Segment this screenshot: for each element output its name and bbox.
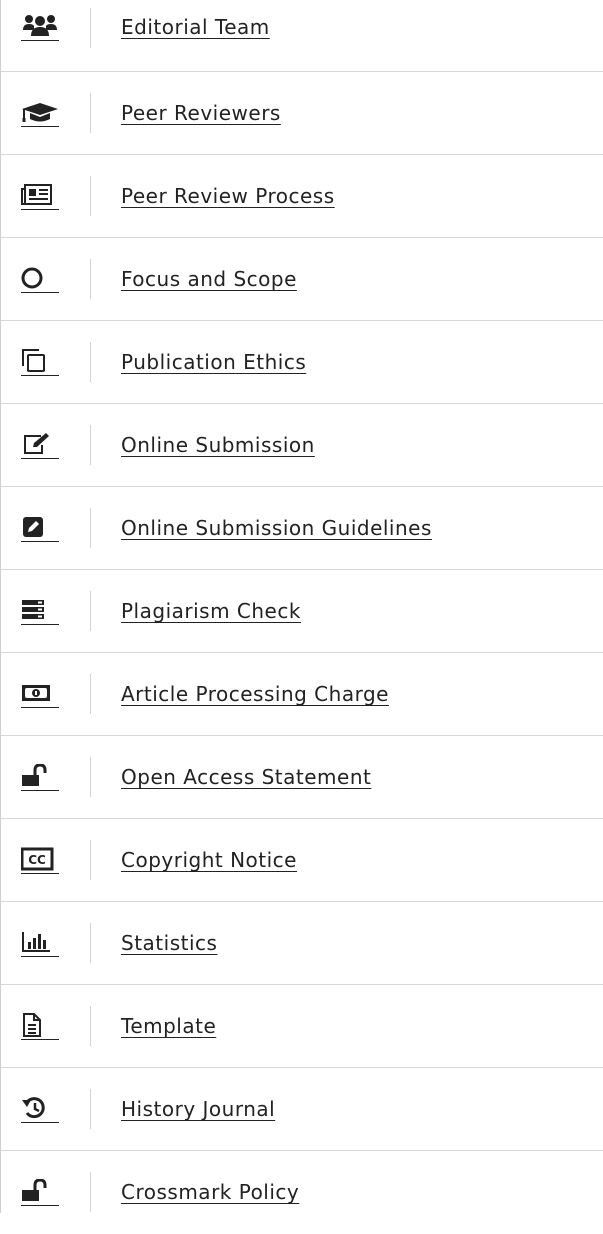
divider: [90, 757, 91, 797]
menu-item-label: Focus and Scope: [121, 267, 297, 291]
icon-underline: [21, 1039, 59, 1040]
menu-item-label: Publication Ethics: [121, 350, 307, 374]
divider: [90, 1006, 91, 1046]
divider: [90, 674, 91, 714]
menu-item-label: Article Processing Charge: [121, 682, 389, 706]
icon-underline: [21, 790, 59, 791]
icon-underline: [21, 40, 59, 41]
icon-underline: [21, 1122, 59, 1123]
creative-commons-icon: CC: [21, 847, 61, 874]
divider: [90, 176, 91, 216]
bar-chart-icon: [21, 930, 61, 957]
divider: [90, 342, 91, 382]
divider: [90, 93, 91, 133]
icon-underline: [21, 375, 59, 376]
menu-item-label: Crossmark Policy: [121, 1180, 300, 1204]
newspaper-icon: [21, 183, 61, 210]
menu-item-label: Online Submission: [121, 433, 315, 457]
divider: [90, 923, 91, 963]
icon-underline: [21, 707, 59, 708]
menu-item-focus-and-scope[interactable]: Focus and Scope: [1, 238, 603, 321]
divider: [90, 840, 91, 880]
icon-underline: [21, 458, 59, 459]
edit-icon: [21, 432, 61, 459]
menu-item-template[interactable]: Template: [1, 985, 603, 1068]
journal-menu: Editorial Team Peer Reviewers Peer Revie…: [1, 0, 603, 1234]
menu-item-publication-ethics[interactable]: Publication Ethics: [1, 321, 603, 404]
menu-item-open-access-statement[interactable]: Open Access Statement: [1, 736, 603, 819]
menu-item-online-submission-guidelines[interactable]: Online Submission Guidelines: [1, 487, 603, 570]
copy-icon: [21, 349, 61, 376]
menu-item-label: Statistics: [121, 931, 218, 955]
menu-item-statistics[interactable]: Statistics: [1, 902, 603, 985]
server-icon: [21, 598, 61, 625]
unlock-icon: [21, 1179, 61, 1206]
menu-item-copyright-notice[interactable]: CC Copyright Notice: [1, 819, 603, 902]
menu-item-plagiarism-check[interactable]: Plagiarism Check: [1, 570, 603, 653]
menu-item-label: Peer Review Process: [121, 184, 335, 208]
menu-item-history-journal[interactable]: History Journal: [1, 1068, 603, 1151]
svg-text:CC: CC: [28, 853, 46, 867]
icon-underline: [21, 126, 59, 127]
menu-item-label: Copyright Notice: [121, 848, 297, 872]
menu-item-online-submission[interactable]: Online Submission: [1, 404, 603, 487]
icon-underline: [21, 1205, 59, 1206]
file-text-icon: [21, 1013, 61, 1040]
money-bill-icon: [21, 681, 61, 708]
menu-item-label: Editorial Team: [121, 15, 270, 39]
menu-item-peer-review-process[interactable]: Peer Review Process: [1, 155, 603, 238]
menu-item-editorial-team[interactable]: Editorial Team: [1, 0, 603, 72]
pencil-square-icon: [21, 515, 61, 542]
icon-underline: [21, 873, 59, 874]
divider: [90, 259, 91, 299]
history-icon: [21, 1096, 61, 1123]
divider: [90, 1089, 91, 1129]
icon-underline: [21, 956, 59, 957]
icon-underline: [21, 292, 59, 293]
graduation-cap-icon: [21, 100, 61, 127]
users-icon: [21, 14, 61, 41]
icon-underline: [21, 624, 59, 625]
menu-item-label: Open Access Statement: [121, 765, 372, 789]
divider: [90, 1172, 91, 1212]
menu-item-article-processing-charge[interactable]: Article Processing Charge: [1, 653, 603, 736]
menu-item-label: Template: [121, 1014, 217, 1038]
menu-item-peer-reviewers[interactable]: Peer Reviewers: [1, 72, 603, 155]
unlock-icon: [21, 764, 61, 791]
circle-icon: [21, 266, 61, 293]
divider: [90, 591, 91, 631]
divider: [90, 425, 91, 465]
icon-underline: [21, 541, 59, 542]
menu-item-label: History Journal: [121, 1097, 276, 1121]
divider: [90, 8, 91, 48]
menu-item-label: Peer Reviewers: [121, 101, 281, 125]
menu-item-label: Online Submission Guidelines: [121, 516, 432, 540]
menu-item-label: Plagiarism Check: [121, 599, 301, 623]
divider: [90, 508, 91, 548]
menu-item-crossmark-policy[interactable]: Crossmark Policy: [1, 1151, 603, 1234]
icon-underline: [21, 209, 59, 210]
